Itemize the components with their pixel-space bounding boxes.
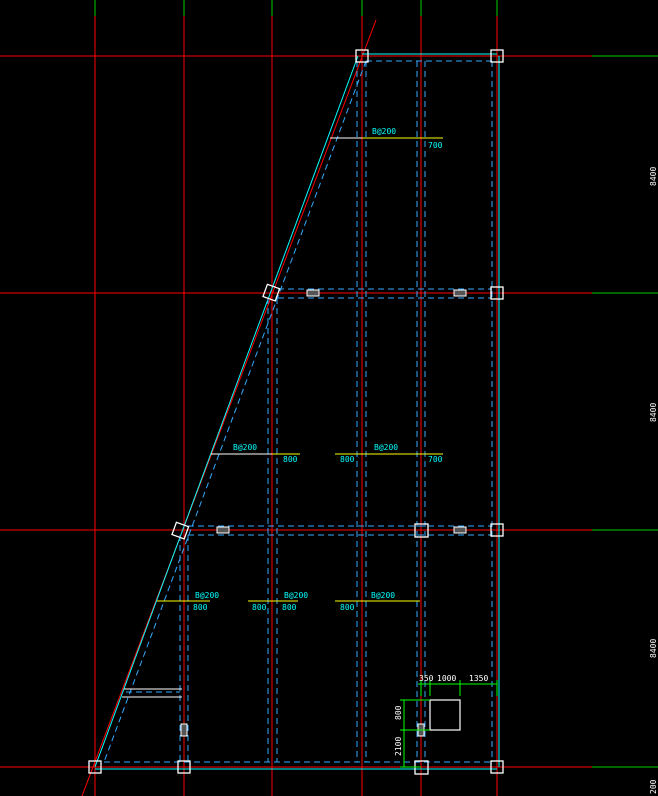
right-dimensions: 8400 8400 8400 200 — [649, 167, 658, 794]
beam-marks — [180, 289, 467, 737]
rebar-label-6: B@200 — [371, 591, 395, 600]
rebar-left-3: 800 — [340, 455, 355, 464]
opening-dimensions — [400, 680, 498, 768]
rebar-span-3: 700 — [428, 455, 443, 464]
right-dim-2: 8400 — [649, 403, 658, 422]
rebar-span-1: 700 — [428, 141, 443, 150]
rebar-label-1: B@200 — [372, 127, 396, 136]
beam-mark-4 — [453, 526, 467, 534]
rebar-left-6: 800 — [340, 603, 355, 612]
rebar-labels: B@200 700 B@200 800 B@200 800 700 B@200 … — [193, 127, 443, 612]
axis-extensions — [94, 0, 658, 768]
dim-side-text-2: 2100 — [394, 737, 403, 756]
beam-mark-1 — [306, 289, 320, 297]
diagonal-axis — [81, 19, 377, 796]
right-dim-3: 8400 — [649, 639, 658, 658]
slab-opening — [429, 699, 461, 731]
slab-diag-inner — [103, 60, 367, 763]
beam-mark-5 — [180, 723, 188, 737]
beam-outline — [94, 53, 500, 770]
floor-plan-canvas: B@200 700 B@200 800 B@200 800 700 B@200 … — [0, 0, 658, 796]
rebar-span-5: 800 — [282, 603, 297, 612]
dim-top-text-3: 1350 — [469, 674, 488, 683]
columns — [88, 49, 504, 775]
right-dim-1: 8400 — [649, 167, 658, 186]
right-dim-4: 200 — [649, 779, 658, 794]
rebar-label-5: B@200 — [284, 591, 308, 600]
slab-dashed-edges — [103, 60, 493, 763]
beam-mark-2 — [453, 289, 467, 297]
beam-mark-3 — [216, 526, 230, 534]
dim-top-text-1: 350 — [419, 674, 434, 683]
dim-top-text-2: 1000 — [437, 674, 456, 683]
opening-dimension-text: 350 1000 1350 800 2100 — [394, 674, 488, 756]
rebar-label-4: B@200 — [195, 591, 219, 600]
rebar-lines — [157, 137, 443, 602]
grid-axes — [0, 16, 592, 796]
rebar-label-2: B@200 — [233, 443, 257, 452]
rebar-span-2: 800 — [283, 455, 298, 464]
rebar-label-3: B@200 — [374, 443, 398, 452]
rebar-left-5: 800 — [252, 603, 267, 612]
beam-diagonal-outer — [94, 55, 359, 768]
rebar-span-4: 800 — [193, 603, 208, 612]
dim-side-text-1: 800 — [394, 705, 403, 720]
